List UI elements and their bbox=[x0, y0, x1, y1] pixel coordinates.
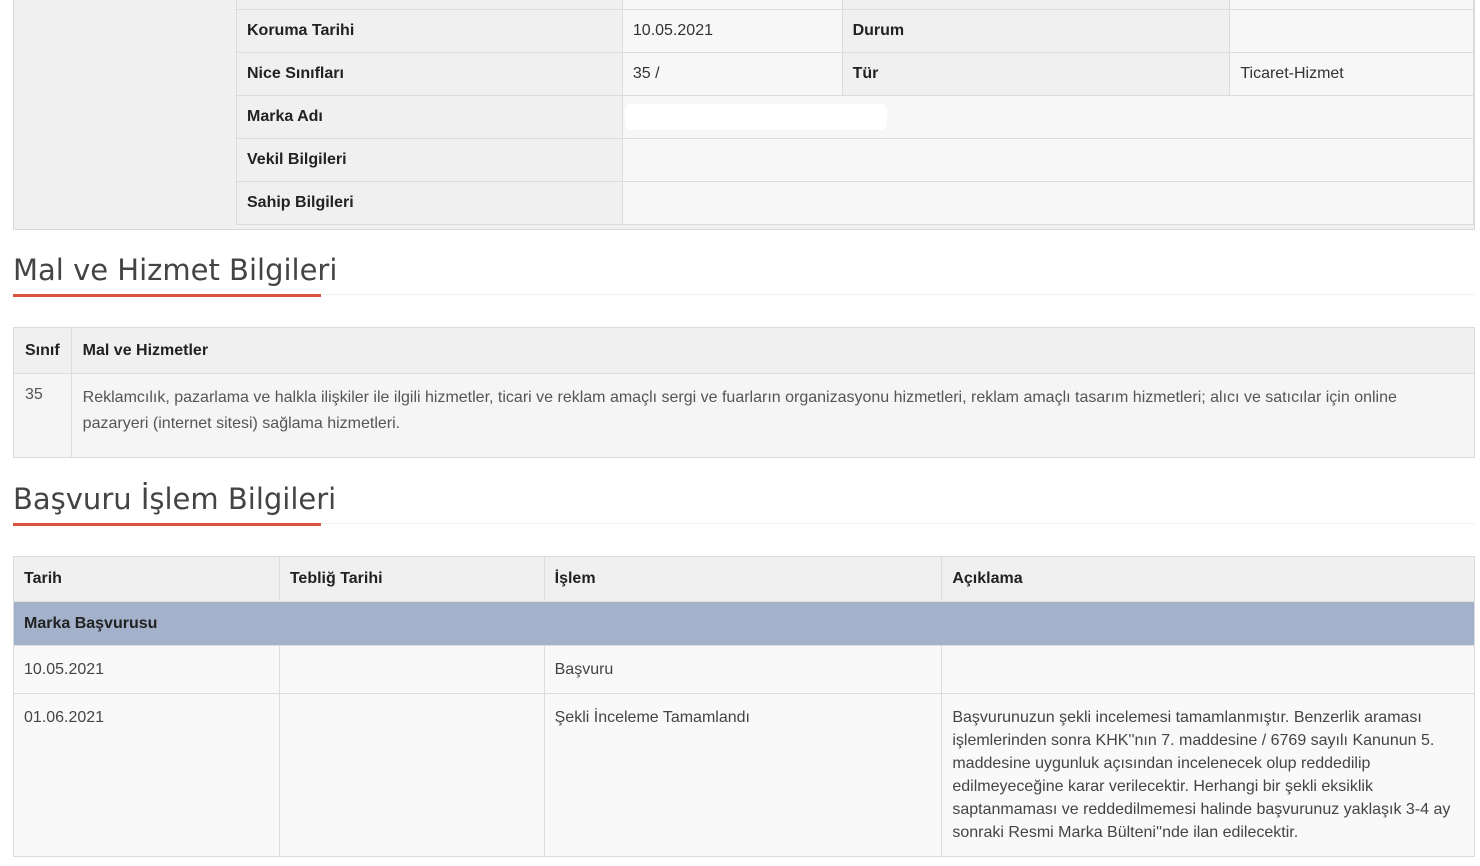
info-row-owner: Sahip Bilgileri bbox=[236, 181, 1475, 225]
info-label: Vekil Bilgileri bbox=[236, 138, 623, 182]
info-value: 35 / bbox=[621, 52, 843, 96]
transactions-table: Tarih Tebliğ Tarihi İşlem Açıklama Marka… bbox=[13, 556, 1475, 857]
info-label: Tür bbox=[841, 52, 1231, 96]
section-title-underline bbox=[13, 294, 321, 297]
redaction-mark bbox=[624, 104, 887, 130]
column-header-notify-date: Tebliğ Tarihi bbox=[278, 556, 545, 602]
trademark-info-table: Koruma Tarihi 10.05.2021 Durum Nice Sını… bbox=[236, 0, 1475, 225]
info-row-trademark-name: Marka Adı bbox=[236, 95, 1475, 139]
info-value bbox=[621, 181, 1475, 225]
date-cell: 10.05.2021 bbox=[13, 645, 280, 694]
class-cell: 35 bbox=[13, 373, 72, 458]
date-cell: 01.06.2021 bbox=[13, 693, 280, 857]
column-header-goods: Mal ve Hizmetler bbox=[70, 327, 1476, 374]
goods-section-title: Mal ve Hizmet Bilgileri bbox=[13, 253, 338, 287]
group-label: Marka Başvurusu bbox=[13, 601, 1475, 646]
info-value-redacted bbox=[621, 95, 1475, 139]
info-label: Nice Sınıfları bbox=[236, 52, 623, 96]
column-header-date: Tarih bbox=[13, 556, 280, 602]
notify-date-cell bbox=[278, 645, 545, 694]
table-row: 10.05.2021 Başvuru bbox=[13, 645, 1475, 694]
info-label: Marka Adı bbox=[236, 95, 623, 139]
description-cell bbox=[941, 645, 1475, 694]
table-header-row: Tarih Tebliğ Tarihi İşlem Açıklama bbox=[13, 556, 1475, 602]
info-value bbox=[621, 138, 1475, 182]
column-header-class: Sınıf bbox=[13, 327, 72, 374]
table-row: 35 Reklamcılık, pazarlama ve halkla iliş… bbox=[13, 373, 1476, 458]
action-cell: Şekli İnceleme Tamamlandı bbox=[543, 693, 943, 857]
table-header-row: Sınıf Mal ve Hizmetler bbox=[13, 327, 1476, 374]
info-row-nice-classes: Nice Sınıfları 35 / Tür Ticaret-Hizmet bbox=[236, 52, 1474, 96]
action-cell: Başvuru bbox=[543, 645, 943, 694]
table-row: 01.06.2021 Şekli İnceleme Tamamlandı Baş… bbox=[13, 693, 1475, 857]
info-row-attorney: Vekil Bilgileri bbox=[236, 138, 1475, 182]
goods-services-table: Sınıf Mal ve Hizmetler 35 Reklamcılık, p… bbox=[13, 327, 1476, 458]
trademark-info-panel: Koruma Tarihi 10.05.2021 Durum Nice Sını… bbox=[13, 0, 1475, 230]
description-cell: Başvurunuzun şekli incelemesi tamamlanmı… bbox=[941, 693, 1475, 857]
info-label: Durum bbox=[841, 9, 1231, 53]
goods-cell: Reklamcılık, pazarlama ve halkla ilişkil… bbox=[70, 373, 1476, 458]
info-label: Koruma Tarihi bbox=[236, 9, 623, 53]
transactions-section-title: Başvuru İşlem Bilgileri bbox=[13, 482, 337, 516]
info-row-top-edge bbox=[236, 0, 1474, 10]
column-header-description: Açıklama bbox=[941, 556, 1475, 602]
section-title-underline bbox=[13, 523, 321, 526]
info-label: Sahip Bilgileri bbox=[236, 181, 623, 225]
notify-date-cell bbox=[278, 693, 545, 857]
column-header-action: İşlem bbox=[543, 556, 943, 602]
info-row-protection-date: Koruma Tarihi 10.05.2021 Durum bbox=[236, 9, 1474, 53]
info-value: Ticaret-Hizmet bbox=[1229, 52, 1474, 96]
info-value: 10.05.2021 bbox=[621, 9, 843, 53]
group-row: Marka Başvurusu bbox=[13, 601, 1475, 646]
info-value bbox=[1229, 9, 1474, 53]
